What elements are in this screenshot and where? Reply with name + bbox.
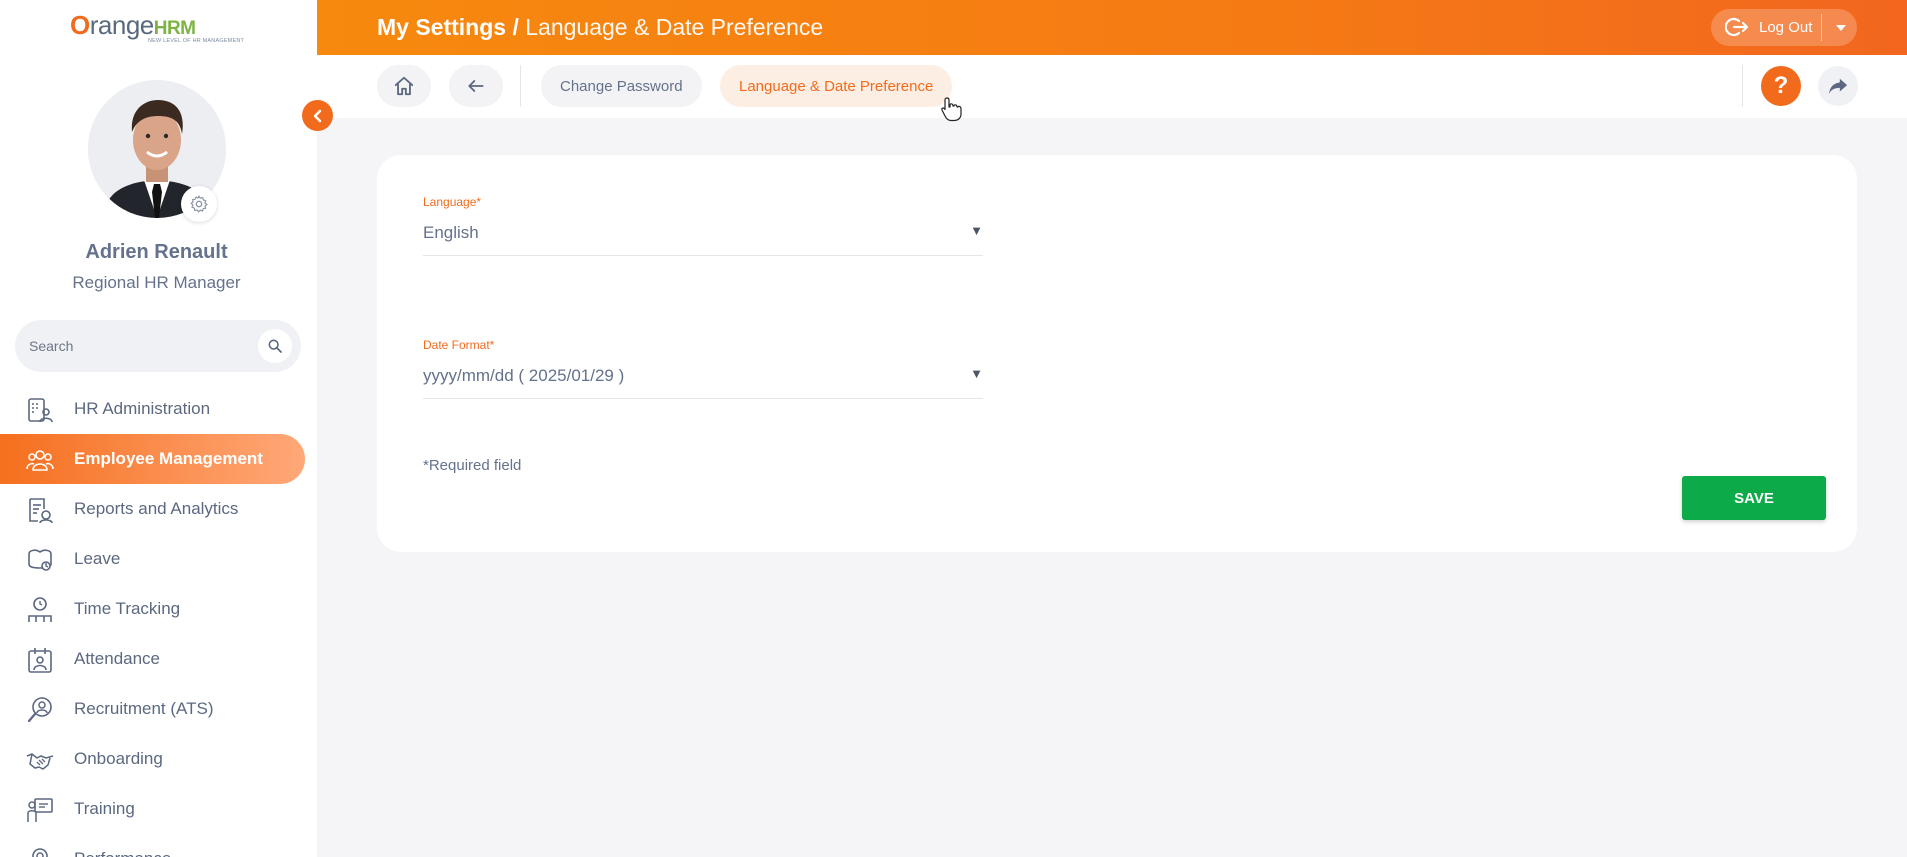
sidebar-item-time-tracking[interactable]: Time Tracking [0,584,305,634]
user-name: Adrien Renault [85,241,228,263]
hr-admin-icon [28,398,53,423]
hand-pointer-cursor-icon [941,97,962,122]
sidebar-collapse-button[interactable] [302,100,333,131]
onboarding-icon [26,753,54,770]
search-button[interactable] [258,329,292,363]
gear-icon [190,195,208,213]
sidebar-item-training[interactable]: Training [0,784,305,834]
search-icon [268,339,282,353]
page-title: My Settings / Language & Date Preference [377,14,823,41]
logo-wordmark: OrangeHRM [70,10,196,40]
recruitment-icon [27,697,52,723]
sidebar-item-label: Employee Management [74,449,263,468]
arrow-left-icon [468,80,484,92]
top-header: My Settings / Language & Date Preference… [317,0,1907,55]
page-title-main: My Settings / [377,14,519,40]
sidebar-item-performance[interactable]: Performance [0,834,305,857]
sidebar-item-label: Reports and Analytics [74,499,239,518]
save-button[interactable]: SAVE [1682,476,1826,520]
sidebar-item-hr-administration[interactable]: HR Administration [0,384,305,434]
sidebar-item-label: Leave [74,549,121,568]
date-format-select[interactable]: yyyy/mm/dd ( 2025/01/29 ) ▼ [423,366,983,399]
chevron-left-icon [313,109,321,122]
user-menu-dropdown[interactable] [1826,9,1856,46]
nav-divider-right [1742,65,1743,107]
help-button[interactable]: ? [1761,66,1801,106]
page-title-sub: Language & Date Preference [525,14,824,40]
home-button[interactable] [377,65,431,107]
user-role: Regional HR Manager [72,273,241,292]
language-select[interactable]: English ▼ [423,223,983,256]
performance-icon [32,848,48,857]
caret-down-icon [1836,24,1846,31]
sidebar-item-label: Recruitment (ATS) [74,699,214,718]
sidebar-item-label: Time Tracking [74,599,181,618]
dropdown-arrow-icon: ▼ [970,366,983,381]
sidebar-menu: HR Administration Employee Management Re… [0,384,317,857]
logout-label: Log Out [1759,19,1813,36]
required-field-note: *Required field [423,457,522,474]
sidebar-item-label: Onboarding [74,749,163,768]
sidebar-item-label: Training [74,799,135,818]
sidebar-item-label: Attendance [74,649,161,668]
sidebar-item-label: Performance [74,849,171,857]
time-tracking-icon [28,597,52,622]
reports-icon [29,498,53,524]
sub-navigation: Change Password Language & Date Preferen… [317,55,1907,118]
nav-divider [520,65,521,107]
training-icon [27,798,53,822]
logout-icon [1725,17,1749,37]
sidebar: OrangeHRM NEW LEVEL OF HR MANAGEMENT Adr… [0,0,317,857]
tab-language-date-preference[interactable]: Language & Date Preference [720,65,953,107]
sidebar-item-reports-and-analytics[interactable]: Reports and Analytics [0,484,305,534]
language-value: English [423,223,479,242]
preferences-card: Language* English ▼ Date Format* yyyy/mm… [377,155,1857,552]
dropdown-arrow-icon: ▼ [970,223,983,238]
orangehrm-logo[interactable]: OrangeHRM NEW LEVEL OF HR MANAGEMENT [70,10,245,50]
back-button[interactable] [449,65,503,107]
share-icon [1828,78,1848,95]
share-button[interactable] [1818,66,1858,106]
sidebar-item-onboarding[interactable]: Onboarding [0,734,305,784]
search-input[interactable] [29,320,249,372]
sidebar-item-label: HR Administration [74,399,211,418]
avatar-settings-button[interactable] [181,186,217,222]
logout-divider [1821,14,1822,41]
attendance-icon [28,648,52,673]
sidebar-item-employee-management[interactable]: Employee Management [0,434,305,484]
date-format-value: yyyy/mm/dd ( 2025/01/29 ) [423,366,625,385]
language-field: Language* English ▼ [423,195,983,256]
logout-group: Log Out [1711,9,1857,46]
home-icon [394,76,414,96]
sidebar-item-leave[interactable]: Leave [0,534,305,584]
leave-icon [28,549,52,571]
sidebar-item-recruitment[interactable]: Recruitment (ATS) [0,684,305,734]
date-format-label: Date Format* [423,338,495,352]
sidebar-item-attendance[interactable]: Attendance [0,634,305,684]
tab-change-password[interactable]: Change Password [541,65,702,107]
language-label: Language* [423,195,482,209]
employee-management-icon [26,450,54,471]
logo-tagline: NEW LEVEL OF HR MANAGEMENT [148,38,245,44]
sidebar-search [15,320,301,372]
logout-button[interactable]: Log Out [1711,9,1821,46]
date-format-field: Date Format* yyyy/mm/dd ( 2025/01/29 ) ▼ [423,338,983,399]
